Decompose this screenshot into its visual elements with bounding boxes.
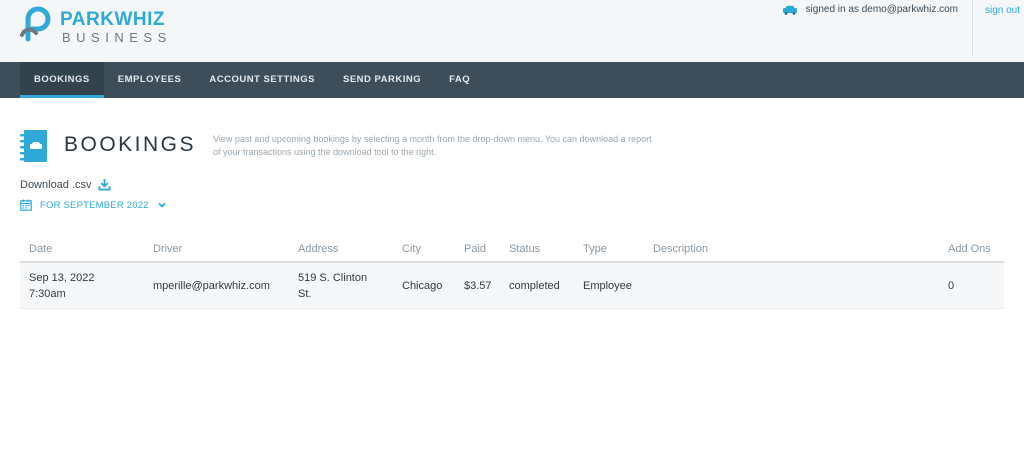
main-nav: BOOKINGS EMPLOYEES ACCOUNT SETTINGS SEND…: [0, 62, 1024, 98]
cell-paid: $3.57: [464, 280, 492, 292]
signed-in-text: signed in as demo@parkwhiz.com: [805, 4, 958, 15]
download-icon: [98, 178, 111, 191]
column-header-paid[interactable]: Paid: [464, 243, 486, 255]
cell-driver: mperille@parkwhiz.com: [153, 280, 270, 292]
download-csv-label: Download .csv: [20, 178, 92, 191]
signout-container: sign out: [972, 0, 1024, 56]
cell-address: 519 S. Clinton St.: [298, 272, 368, 300]
nav-tab-send-parking[interactable]: SEND PARKING: [329, 62, 435, 98]
cell-type: Employee: [583, 280, 632, 292]
nav-tab-employees[interactable]: EMPLOYEES: [104, 62, 196, 98]
nav-tab-bookings[interactable]: BOOKINGS: [20, 62, 104, 98]
cell-status: completed: [509, 280, 560, 292]
column-header-add-ons[interactable]: Add Ons: [948, 243, 991, 255]
cell-city: Chicago: [402, 280, 443, 292]
table-header: Date Driver Address City Paid Status Typ…: [20, 236, 1004, 263]
bookings-book-icon: [20, 130, 47, 162]
download-csv-button[interactable]: Download .csv: [20, 178, 111, 191]
column-header-date[interactable]: Date: [29, 243, 52, 255]
page-description: View past and upcoming bookings by selec…: [213, 134, 652, 157]
cell-date: Sep 13, 2022 7:30am: [29, 272, 95, 300]
nav-tab-account-settings[interactable]: ACCOUNT SETTINGS: [195, 62, 329, 98]
month-select[interactable]: FOR SEPTEMBER 2022: [20, 199, 167, 211]
table-row[interactable]: Sep 13, 2022 7:30am mperille@parkwhiz.co…: [20, 263, 1004, 309]
top-header: PARKWHIZ BUSINESS signed in as demo@park…: [0, 0, 1024, 62]
page-title: BOOKINGS: [64, 133, 197, 156]
bookings-table: Date Driver Address City Paid Status Typ…: [20, 236, 1004, 309]
column-header-status[interactable]: Status: [509, 243, 540, 255]
column-header-address[interactable]: Address: [298, 243, 338, 255]
signout-link[interactable]: sign out: [985, 5, 1020, 16]
brand-subtitle: BUSINESS: [62, 30, 172, 45]
brand-name: PARKWHIZ: [60, 9, 165, 30]
column-header-driver[interactable]: Driver: [153, 243, 182, 255]
chevron-down-icon: [158, 202, 166, 208]
parkwhiz-business-logo[interactable]: PARKWHIZ BUSINESS: [18, 5, 178, 45]
column-header-type[interactable]: Type: [583, 243, 607, 255]
column-header-description[interactable]: Description: [653, 243, 708, 255]
signed-in-user: signed in as demo@parkwhiz.com: [782, 4, 958, 15]
parkwhiz-logo-icon: [20, 6, 51, 42]
car-icon: [782, 5, 797, 15]
nav-tab-faq[interactable]: FAQ: [435, 62, 484, 98]
cell-add-ons: 0: [948, 280, 955, 292]
calendar-icon: [20, 199, 32, 211]
month-select-label: FOR SEPTEMBER 2022: [40, 199, 149, 211]
column-header-city[interactable]: City: [402, 243, 421, 255]
